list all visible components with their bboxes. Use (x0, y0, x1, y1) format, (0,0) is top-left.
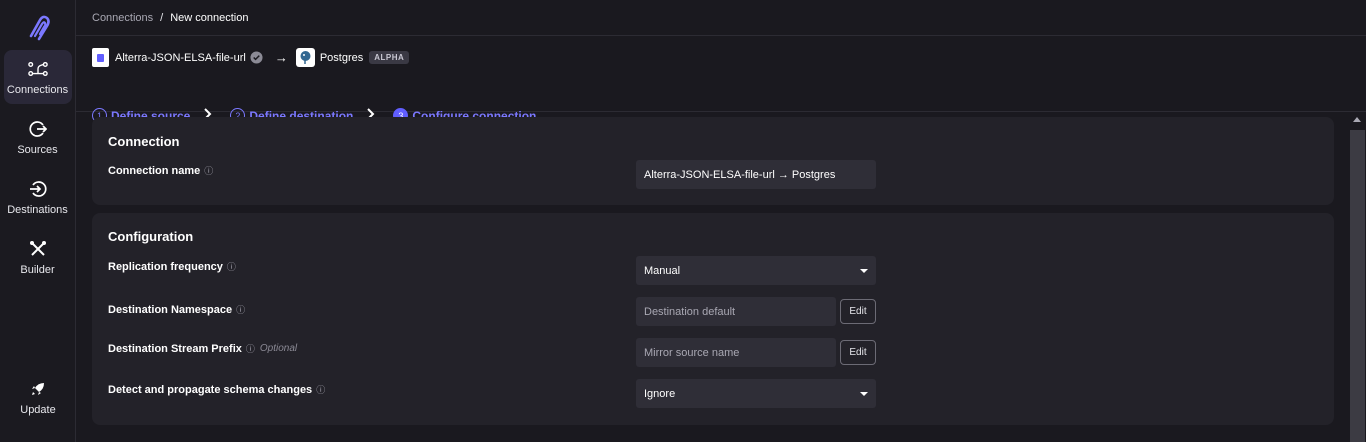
connection-card-title: Connection (108, 134, 180, 149)
destination-namespace-label-text: Destination Namespace (108, 303, 233, 316)
destination-namespace-label: Destination Namespace ⓘ (108, 303, 245, 316)
sidebar-item-label: Builder (20, 263, 55, 276)
replication-frequency-select[interactable]: Manual (636, 256, 876, 285)
arrow-right-icon: → (274, 50, 288, 65)
scrollbar-thumb[interactable] (1350, 130, 1365, 442)
optional-tag: Optional (259, 343, 298, 354)
caret-down-icon (860, 268, 868, 273)
sidebar-item-destinations[interactable]: Destinations (4, 170, 72, 224)
breadcrumb-separator: / (160, 11, 164, 24)
stream-prefix-field: Mirror source name (636, 338, 836, 367)
breadcrumb-current: New connection (170, 11, 249, 24)
connection-header: Alterra-JSON-ELSA-file-url → Postgres AL… (76, 36, 1366, 123)
form-content: Connection Connection name ⓘ Alterra-JSO… (92, 117, 1334, 425)
replication-frequency-value: Manual (644, 264, 681, 277)
vertical-scrollbar[interactable] (1348, 113, 1366, 442)
schema-changes-label: Detect and propagate schema changes ⓘ (108, 383, 325, 396)
info-icon[interactable]: ⓘ (316, 383, 325, 396)
sidebar-item-update[interactable]: Update (4, 370, 72, 424)
file-source-icon (92, 48, 109, 67)
main-content: Connections / New connection Alterra-JSO… (76, 0, 1366, 442)
configuration-card-title: Configuration (108, 229, 194, 244)
destinations-icon (28, 179, 48, 199)
connections-icon (27, 59, 48, 79)
destination-stream-prefix-label: Destination Stream Prefix ⓘ Optional (108, 342, 297, 355)
sidebar: Connections Sources Destinations Builder… (0, 0, 76, 442)
sidebar-item-connections[interactable]: Connections (3, 50, 72, 104)
destination-stream-prefix-label-text: Destination Stream Prefix (108, 342, 242, 355)
schema-changes-value: Ignore (644, 387, 676, 400)
connection-name-label: Connection name ⓘ (108, 164, 213, 177)
connection-name-input[interactable]: Alterra-JSON-ELSA-file-url → Postgres (636, 160, 876, 189)
airbyte-logo-icon[interactable] (23, 12, 53, 42)
info-icon[interactable]: ⓘ (204, 164, 213, 177)
breadcrumb: Connections / New connection (76, 0, 1366, 36)
sidebar-item-label: Destinations (7, 203, 68, 216)
caret-down-icon (860, 391, 868, 396)
sidebar-item-label: Sources (17, 143, 58, 156)
scroll-up-arrow-icon[interactable] (1353, 117, 1361, 122)
rocket-icon (28, 379, 48, 399)
postgres-icon (295, 48, 315, 67)
replication-frequency-label: Replication frequency ⓘ (108, 260, 236, 273)
connection-card: Connection Connection name ⓘ Alterra-JSO… (92, 117, 1334, 205)
info-icon[interactable]: ⓘ (227, 260, 236, 273)
breadcrumb-connections-link[interactable]: Connections (92, 12, 153, 24)
prefix-edit-button[interactable]: Edit (840, 340, 876, 365)
configuration-card: Configuration Replication frequency ⓘ Ma… (92, 213, 1334, 425)
sidebar-item-builder[interactable]: Builder (4, 230, 72, 284)
connection-name-label-text: Connection name (108, 164, 201, 177)
info-icon[interactable]: ⓘ (246, 342, 255, 355)
schema-changes-label-text: Detect and propagate schema changes (108, 383, 313, 396)
alpha-badge: ALPHA (369, 51, 410, 64)
connection-summary: Alterra-JSON-ELSA-file-url → Postgres AL… (92, 48, 410, 67)
sidebar-item-sources[interactable]: Sources (4, 110, 72, 164)
namespace-edit-button[interactable]: Edit (840, 299, 876, 324)
source-name[interactable]: Alterra-JSON-ELSA-file-url (115, 52, 246, 64)
app: Connections Sources Destinations Builder… (0, 0, 1366, 442)
builder-icon (28, 239, 48, 259)
sidebar-item-label: Update (20, 403, 56, 416)
sources-icon (28, 119, 48, 139)
destination-name[interactable]: Postgres (320, 52, 363, 64)
replication-frequency-label-text: Replication frequency (108, 260, 223, 273)
verified-icon (250, 51, 263, 64)
info-icon[interactable]: ⓘ (236, 303, 245, 316)
destination-namespace-field: Destination default (636, 297, 836, 326)
schema-changes-select[interactable]: Ignore (636, 379, 876, 408)
sidebar-item-label: Connections (6, 83, 69, 96)
